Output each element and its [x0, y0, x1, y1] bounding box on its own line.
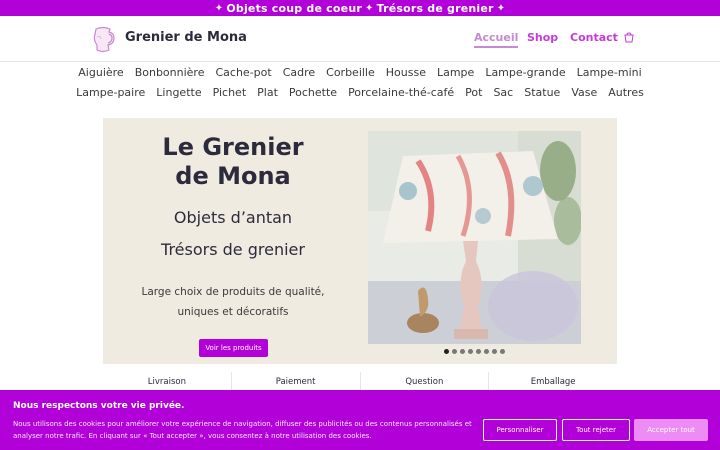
slider-dot[interactable] — [484, 349, 489, 354]
category-link[interactable]: Lampe-mini — [577, 66, 642, 79]
category-link[interactable]: Vase — [571, 86, 597, 99]
promo-bar: ✦ Objets coup de coeur ✦ Trésors de gren… — [0, 0, 720, 16]
slider-dot[interactable] — [476, 349, 481, 354]
category-link[interactable]: Lingette — [156, 86, 201, 99]
star-icon: ✦ — [364, 2, 374, 14]
category-link[interactable]: Lampe-paire — [76, 86, 145, 99]
cart-icon[interactable] — [623, 32, 635, 44]
category-link[interactable]: Cadre — [283, 66, 315, 79]
category-link[interactable]: Autres — [608, 86, 644, 99]
category-row-1: Aiguière Bonbonnière Cache-pot Cadre Corbeil… — [0, 62, 720, 82]
nav-shop[interactable]: Shop — [527, 31, 558, 44]
cookie-title: Nous respectons votre vie privée. — [13, 401, 185, 411]
category-link[interactable]: Sac — [493, 86, 513, 99]
cookie-text: Nous utilisons des cookies pour améliore… — [13, 420, 472, 440]
nav-accueil[interactable]: Accueil — [474, 31, 519, 48]
brand-name[interactable]: Grenier de Mona — [125, 30, 247, 45]
slider-dot[interactable] — [460, 349, 465, 354]
info-livraison[interactable]: Livraison — [103, 372, 232, 390]
category-link[interactable]: Pochette — [289, 86, 337, 99]
cookie-banner: Nous respectons votre vie privée. Nous u… — [0, 390, 720, 450]
slider-dots — [444, 349, 505, 354]
slider-dot[interactable] — [468, 349, 473, 354]
hero-title-line2: de Mona — [175, 162, 291, 190]
category-link[interactable]: Pot — [465, 86, 482, 99]
accept-all-button[interactable]: Accepter tout — [634, 419, 708, 441]
site-header: Grenier de Mona Accueil Shop Contact — [0, 16, 720, 62]
view-products-button[interactable]: Voir les produits — [199, 339, 268, 357]
pitcher-icon[interactable] — [87, 23, 119, 55]
category-link[interactable]: Porcelaine-thé-café — [348, 86, 454, 99]
category-menu: Aiguière Bonbonnière Cache-pot Cadre Corbeil… — [0, 62, 720, 102]
category-link[interactable]: Lampe-grande — [485, 66, 565, 79]
reject-all-button[interactable]: Tout rejeter — [562, 419, 630, 441]
promo-text-left: Objets coup de coeur — [226, 1, 362, 15]
info-question[interactable]: Question — [361, 372, 490, 390]
hero-banner: Le Grenier de Mona Objets d’antan Trésor… — [103, 118, 617, 364]
info-bar: Livraison Paiement Question Emballage — [103, 372, 617, 390]
category-link[interactable]: Pichet — [213, 86, 247, 99]
customize-button[interactable]: Personnaliser — [483, 419, 557, 441]
slider-dot[interactable] — [492, 349, 497, 354]
slider-dot[interactable] — [444, 349, 449, 354]
category-row-2: Lampe-paire Lingette Pichet Plat Pochette Por… — [0, 82, 720, 102]
nav-contact[interactable]: Contact — [570, 31, 618, 44]
category-link[interactable]: Cache-pot — [215, 66, 271, 79]
hero-title: Le Grenier de Mona — [103, 133, 363, 191]
star-icon: ✦ — [214, 2, 224, 14]
hero-desc-line1: Large choix de produits de qualité, — [141, 286, 325, 298]
category-link[interactable]: Aiguière — [78, 66, 123, 79]
hero-desc-line2: uniques et décoratifs — [177, 306, 289, 318]
slider-dot[interactable] — [452, 349, 457, 354]
category-link[interactable]: Bonbonnière — [135, 66, 205, 79]
star-icon: ✦ — [496, 2, 506, 14]
slider-dot[interactable] — [500, 349, 505, 354]
category-link[interactable]: Housse — [386, 66, 426, 79]
category-link[interactable]: Lampe — [437, 66, 474, 79]
hero-subtitle-1: Objets d’antan — [173, 208, 293, 227]
hero-title-line1: Le Grenier — [162, 133, 304, 161]
category-link[interactable]: Statue — [524, 86, 560, 99]
category-link[interactable]: Corbeille — [326, 66, 375, 79]
category-link[interactable]: Plat — [257, 86, 278, 99]
hero-subtitle-2: Trésors de grenier — [161, 240, 305, 259]
lamp-photo — [368, 131, 581, 344]
info-emballage[interactable]: Emballage — [489, 372, 617, 390]
info-paiement[interactable]: Paiement — [232, 372, 361, 390]
promo-text-right: Trésors de grenier — [376, 1, 494, 15]
